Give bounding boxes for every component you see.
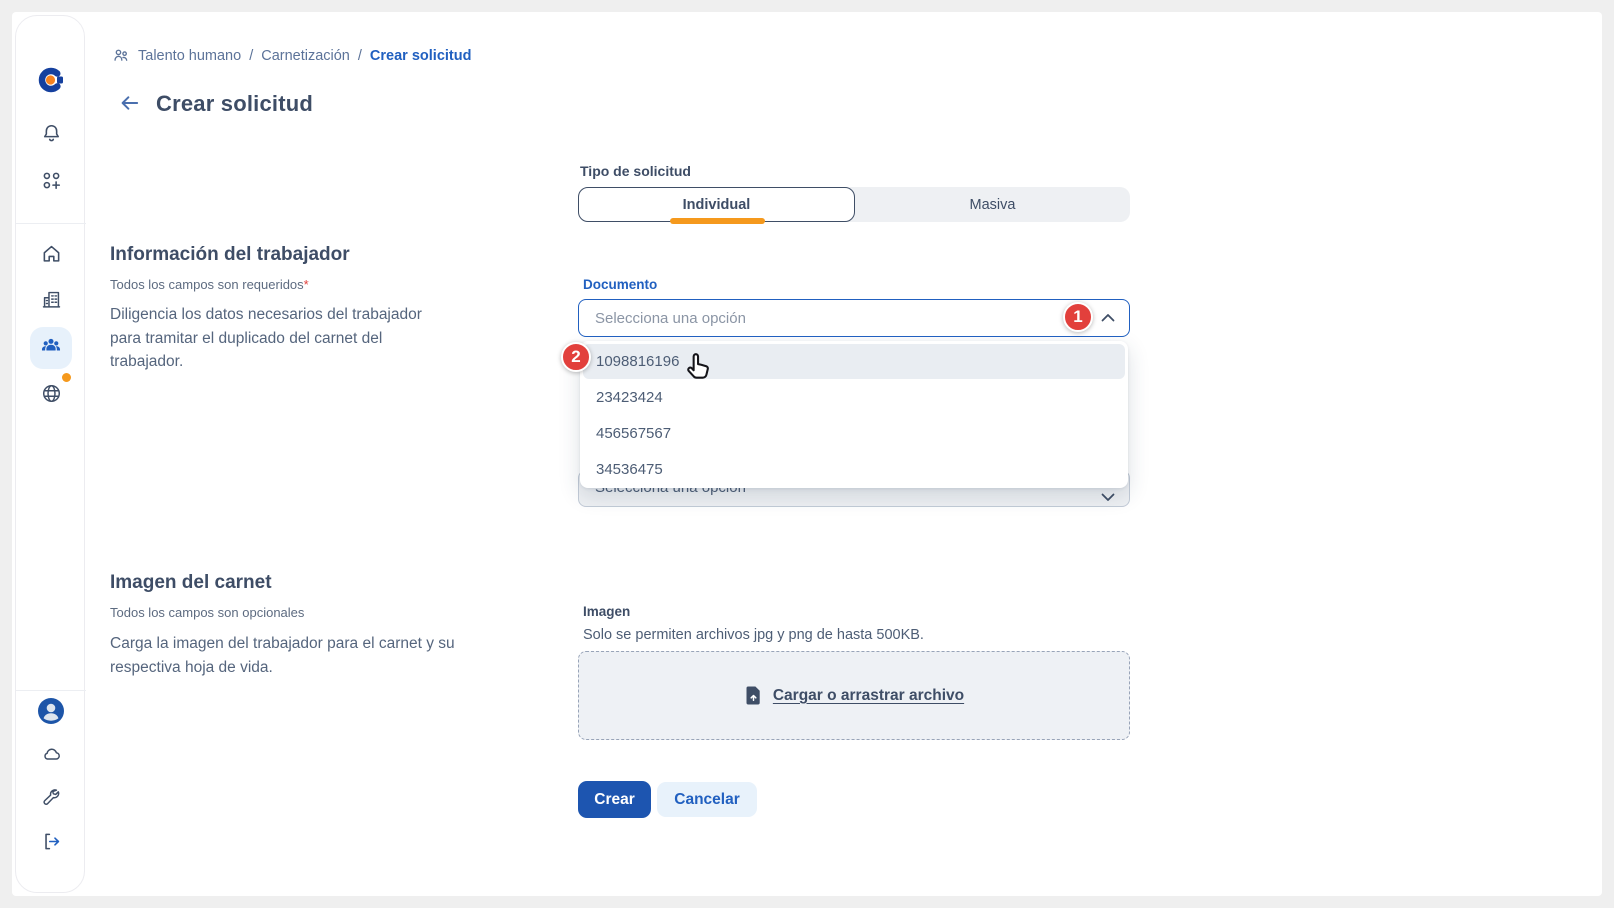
card-image-optional-note: Todos los campos son opcionales bbox=[110, 605, 304, 620]
breadcrumb-item-crear-solicitud: Crear solicitud bbox=[370, 48, 472, 64]
image-field-label: Imagen bbox=[583, 604, 630, 619]
hand-cursor-icon bbox=[681, 351, 714, 389]
toggle-option-individual[interactable]: Individual bbox=[578, 187, 855, 222]
toggle-option-masiva[interactable]: Masiva bbox=[855, 187, 1130, 222]
building-icon bbox=[41, 289, 62, 315]
logout-button[interactable] bbox=[16, 832, 86, 856]
worker-info-required-note: Todos los campos son requeridos* bbox=[110, 277, 309, 292]
sidebar bbox=[15, 15, 85, 893]
notifications-button[interactable] bbox=[16, 124, 86, 148]
breadcrumb-item-carnetizacion[interactable]: Carnetización bbox=[261, 48, 350, 64]
breadcrumb-separator: / bbox=[358, 48, 362, 64]
settings-button[interactable] bbox=[16, 788, 86, 812]
annotation-badge-2: 2 bbox=[561, 342, 591, 372]
breadcrumb-separator: / bbox=[249, 48, 253, 64]
worker-info-heading: Información del trabajador bbox=[110, 244, 350, 266]
sidebar-divider bbox=[16, 223, 86, 224]
active-indicator-dot bbox=[62, 373, 71, 382]
bell-icon bbox=[41, 123, 62, 149]
arrow-left-icon bbox=[119, 92, 141, 119]
image-field-helper: Solo se permiten archivos jpg y png de h… bbox=[583, 627, 924, 643]
document-select[interactable]: Selecciona una opción bbox=[578, 299, 1130, 337]
document-dropdown: 1098816196 23423424 456567567 34536475 bbox=[580, 341, 1128, 488]
back-button[interactable] bbox=[117, 92, 143, 118]
card-image-description: Carga la imagen del trabajador para el c… bbox=[110, 632, 462, 679]
globe-icon bbox=[41, 383, 62, 409]
cloud-button[interactable] bbox=[16, 745, 86, 769]
user-avatar[interactable] bbox=[16, 698, 86, 728]
sidebar-item-company[interactable] bbox=[16, 290, 86, 314]
sidebar-divider bbox=[16, 690, 86, 691]
card-image-heading: Imagen del carnet bbox=[110, 572, 272, 594]
sidebar-item-home[interactable] bbox=[16, 244, 86, 268]
file-upload-icon bbox=[744, 685, 763, 706]
dropdown-option-3[interactable]: 456567567 bbox=[583, 416, 1125, 451]
worker-info-description: Diligencia los datos necesarios del trab… bbox=[110, 303, 446, 374]
app-window: Talento humano / Carnetización / Crear s… bbox=[0, 0, 1614, 908]
logout-icon bbox=[41, 831, 62, 857]
breadcrumb-people-icon bbox=[112, 47, 130, 65]
document-label: Documento bbox=[583, 277, 657, 292]
chevron-down-icon bbox=[1101, 489, 1115, 507]
request-type-toggle: Individual Masiva bbox=[578, 187, 1130, 222]
people-icon bbox=[40, 335, 62, 362]
home-icon bbox=[41, 243, 62, 269]
upload-link[interactable]: Cargar o arrastrar archivo bbox=[773, 687, 964, 705]
breadcrumb-item-talento-humano[interactable]: Talento humano bbox=[138, 48, 241, 64]
chevron-up-icon bbox=[1101, 309, 1115, 327]
logo-icon bbox=[37, 66, 65, 99]
toggle-masiva-label: Masiva bbox=[970, 197, 1016, 213]
page-title: Crear solicitud bbox=[156, 91, 313, 117]
app-logo[interactable] bbox=[16, 66, 86, 98]
cancel-button[interactable]: Cancelar bbox=[657, 782, 757, 817]
required-asterisk: * bbox=[304, 277, 309, 292]
apps-grid-icon bbox=[41, 170, 62, 196]
annotation-badge-1: 1 bbox=[1063, 302, 1093, 332]
breadcrumb: Talento humano / Carnetización / Crear s… bbox=[112, 47, 471, 65]
dropdown-option-1[interactable]: 1098816196 bbox=[583, 344, 1125, 379]
document-select-placeholder: Selecciona una opción bbox=[595, 310, 746, 327]
wrench-icon bbox=[41, 787, 62, 813]
request-type-label: Tipo de solicitud bbox=[580, 163, 691, 179]
active-underline bbox=[670, 218, 765, 224]
sidebar-item-global[interactable] bbox=[16, 384, 86, 408]
dropdown-option-2[interactable]: 23423424 bbox=[583, 380, 1125, 415]
dropdown-option-4[interactable]: 34536475 bbox=[583, 452, 1125, 487]
sidebar-item-talento-humano[interactable] bbox=[30, 327, 72, 369]
cloud-icon bbox=[41, 744, 62, 770]
apps-button[interactable] bbox=[16, 171, 86, 195]
toggle-individual-label: Individual bbox=[683, 197, 751, 213]
avatar-icon bbox=[37, 697, 65, 730]
file-dropzone[interactable]: Cargar o arrastrar archivo bbox=[578, 651, 1130, 740]
create-button[interactable]: Crear bbox=[578, 781, 651, 818]
